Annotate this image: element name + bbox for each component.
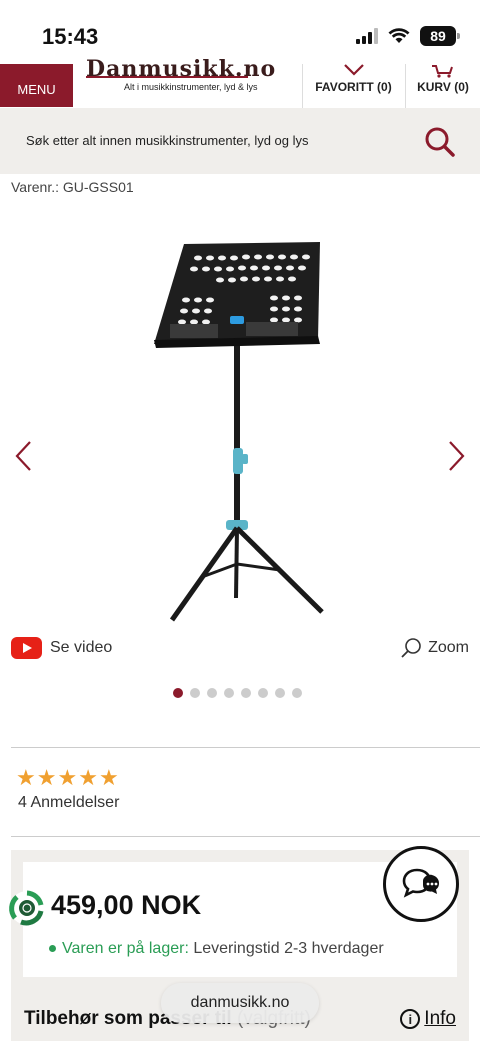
image-pagination: [173, 688, 302, 698]
product-sku: Varenr.: GU-GSS01: [11, 179, 134, 195]
status-bar: 15:43 89: [0, 0, 480, 64]
reviews-link[interactable]: 4 Anmeldelser: [18, 794, 119, 812]
product-image[interactable]: [140, 232, 340, 632]
search-icon[interactable]: [424, 126, 456, 158]
favorites-label: FAVORITT (0): [315, 80, 392, 94]
browser-address-pill[interactable]: danmusikk.no: [161, 983, 319, 1023]
site-logo[interactable]: Danmusikk.no Alt i musikkinstrumenter, l…: [86, 56, 286, 108]
status-time: 15:43: [42, 24, 99, 49]
cart-icon: [432, 65, 453, 78]
pagination-dot[interactable]: [292, 688, 302, 698]
search-bar[interactable]: Søk etter alt innen musikkinstrumenter, …: [0, 108, 480, 174]
product-page: 15:43 89 MENU Danmusikk.no Alt i musikki…: [0, 0, 480, 1041]
pagination-dot[interactable]: [241, 688, 251, 698]
pagination-dot[interactable]: [173, 688, 183, 698]
video-label: Se video: [50, 639, 113, 656]
battery-icon: 89: [420, 26, 460, 46]
logo-underline: [86, 76, 248, 78]
site-header: MENU Danmusikk.no Alt i musikkinstrument…: [0, 56, 480, 108]
star-icon: ★: [57, 765, 78, 790]
next-image-icon[interactable]: [448, 440, 466, 472]
recycle-badge-icon: [9, 890, 44, 926]
menu-button[interactable]: MENU: [0, 64, 73, 107]
cart-button[interactable]: KURV (0): [405, 64, 480, 108]
star-icon: ★: [36, 765, 57, 790]
status-icons: 89: [356, 26, 460, 46]
zoom-label: Zoom: [428, 639, 469, 656]
chat-icon: [402, 868, 439, 898]
pagination-dot[interactable]: [224, 688, 234, 698]
info-label: Info: [424, 1008, 456, 1029]
divider: [11, 747, 480, 748]
divider: [11, 836, 480, 837]
pagination-dot[interactable]: [258, 688, 268, 698]
star-icon: ★: [78, 765, 98, 790]
delivery-time: Leveringstid 2-3 hverdager: [193, 940, 384, 957]
wifi-icon: [388, 28, 410, 43]
rating-stars: ★ ★ ★ ★ ★: [16, 767, 119, 789]
stock-info: Varen er på lager: Leveringstid 2-3 hver…: [49, 940, 384, 958]
info-link[interactable]: i Info: [400, 1008, 456, 1030]
stock-status: Varen er på lager:: [62, 940, 189, 957]
logo-tagline: Alt i musikkinstrumenter, lyd & lys: [124, 82, 258, 92]
zoom-icon: [401, 638, 421, 658]
info-icon: i: [400, 1009, 421, 1029]
pagination-dot[interactable]: [207, 688, 217, 698]
product-price: 459,00 NOK: [51, 890, 202, 920]
star-icon: ★: [98, 765, 119, 790]
heart-icon: [343, 64, 364, 76]
chat-button[interactable]: [383, 846, 459, 922]
youtube-icon: [11, 637, 42, 659]
favorites-button[interactable]: FAVORITT (0): [302, 64, 404, 108]
star-icon: ★: [16, 765, 36, 790]
zoom-button[interactable]: Zoom: [400, 637, 469, 659]
search-input[interactable]: Søk etter alt innen musikkinstrumenter, …: [26, 133, 309, 148]
signal-icon: [356, 28, 378, 44]
stock-dot-icon: [49, 945, 56, 953]
pagination-dot[interactable]: [275, 688, 285, 698]
logo-wordmark: Danmusikk.no: [86, 56, 277, 82]
cart-label: KURV (0): [417, 80, 469, 94]
video-button[interactable]: Se video: [11, 637, 112, 659]
pagination-dot[interactable]: [190, 688, 200, 698]
prev-image-icon[interactable]: [14, 440, 32, 472]
